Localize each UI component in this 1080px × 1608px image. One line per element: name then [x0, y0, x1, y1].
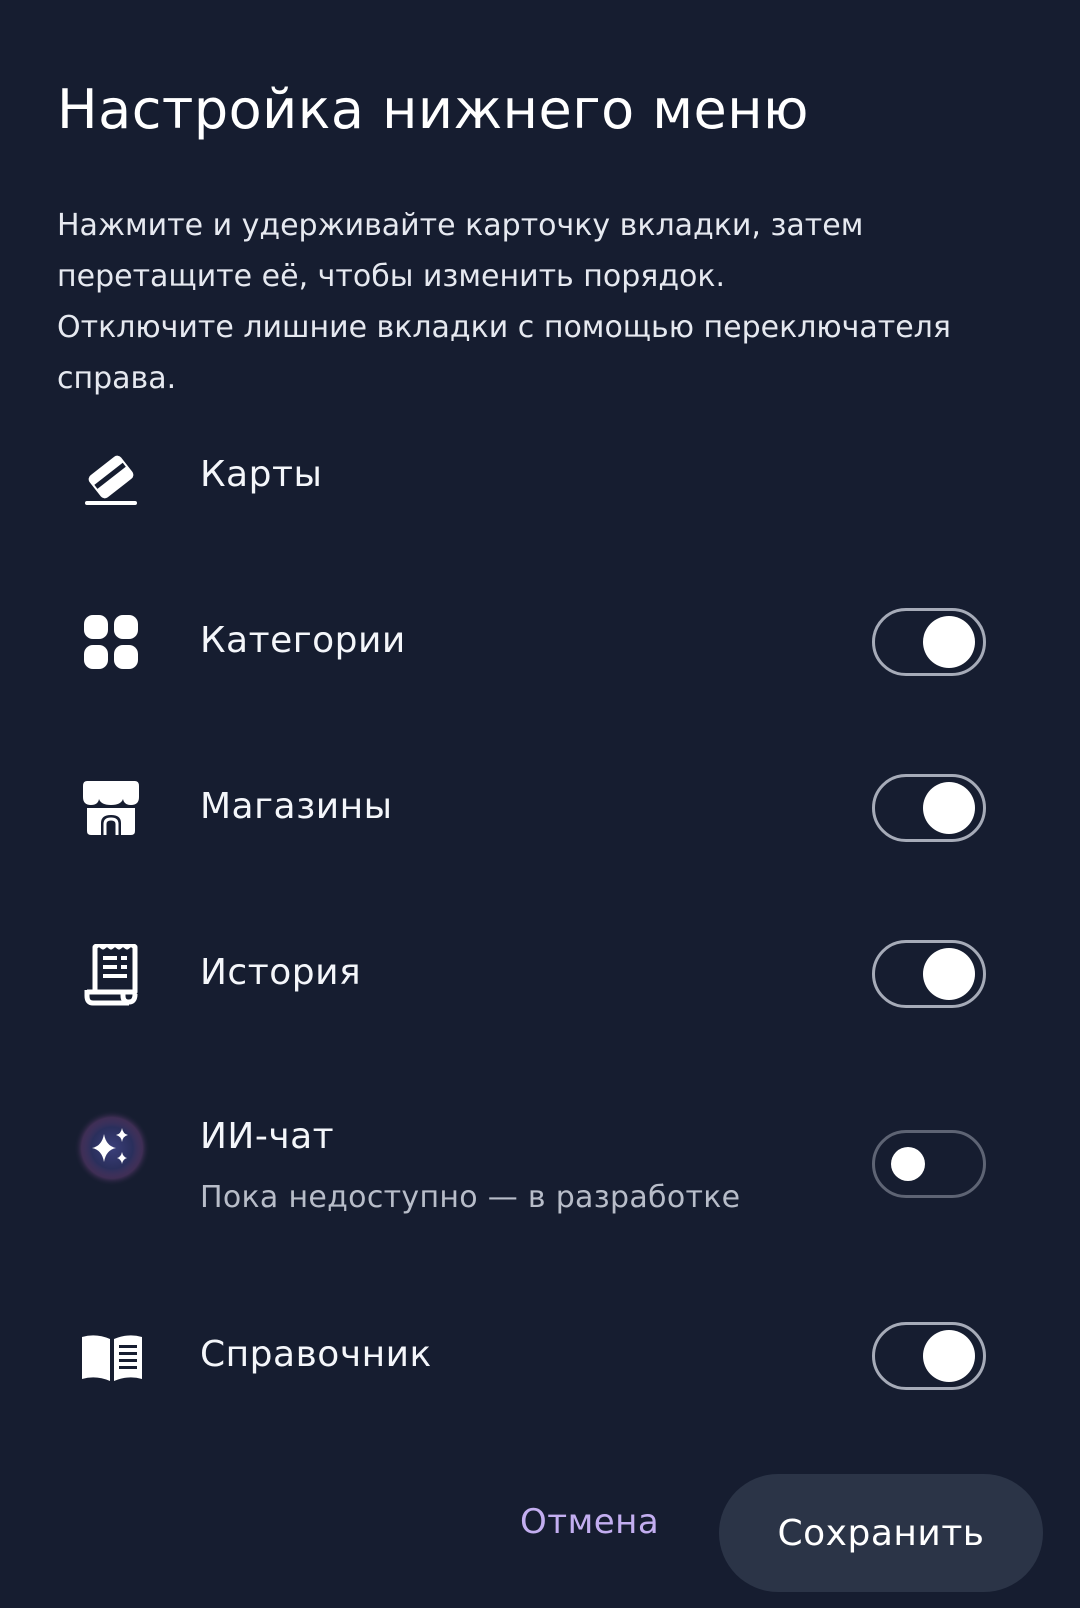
menu-item-cards[interactable]: Карты — [0, 420, 1080, 540]
cancel-button[interactable]: Отмена — [520, 1502, 659, 1542]
menu-item-label: Справочник — [200, 1334, 432, 1375]
toggle-knob — [923, 948, 975, 1000]
description-line: Нажмите и удерживайте карточку вкладки, … — [57, 208, 864, 243]
description-line: Отключите лишние вкладки с помощью перек… — [57, 310, 951, 345]
menu-item-label: Магазины — [200, 786, 393, 827]
history-toggle[interactable] — [872, 940, 986, 1008]
description-line: перетащите её, чтобы изменить порядок. — [57, 259, 726, 294]
ai-chat-toggle[interactable] — [872, 1130, 986, 1198]
menu-item-categories[interactable]: Категории — [0, 582, 1080, 702]
menu-item-reference[interactable]: Справочник — [0, 1296, 1080, 1416]
toggle-knob — [923, 782, 975, 834]
reference-toggle[interactable] — [872, 1322, 986, 1390]
menu-item-label: ИИ-чат — [200, 1116, 335, 1157]
menu-item-history[interactable]: История — [0, 914, 1080, 1034]
dialog-description: Нажмите и удерживайте карточку вкладки, … — [57, 200, 1047, 404]
description-line: справа. — [57, 361, 177, 396]
categories-toggle[interactable] — [872, 608, 986, 676]
card-icon — [78, 448, 144, 514]
save-button[interactable]: Сохранить — [719, 1474, 1043, 1592]
toggle-knob — [891, 1147, 925, 1181]
menu-item-label: История — [200, 952, 362, 993]
menu-item-label: Карты — [200, 454, 323, 495]
store-icon — [78, 774, 144, 840]
book-icon — [80, 1324, 144, 1390]
toggle-knob — [923, 616, 975, 668]
menu-item-ai-chat[interactable]: ИИ-чат Пока недоступно — в разработке — [0, 1100, 1080, 1230]
menu-item-stores[interactable]: Магазины — [0, 748, 1080, 868]
menu-item-label: Категории — [200, 620, 406, 661]
toggle-knob — [923, 1330, 975, 1382]
grid-icon — [78, 609, 144, 675]
stores-toggle[interactable] — [872, 774, 986, 842]
menu-item-sublabel: Пока недоступно — в разработке — [200, 1180, 741, 1215]
dialog-title: Настройка нижнего меню — [57, 78, 809, 141]
receipt-icon — [78, 942, 144, 1008]
sparkles-icon — [72, 1108, 152, 1188]
